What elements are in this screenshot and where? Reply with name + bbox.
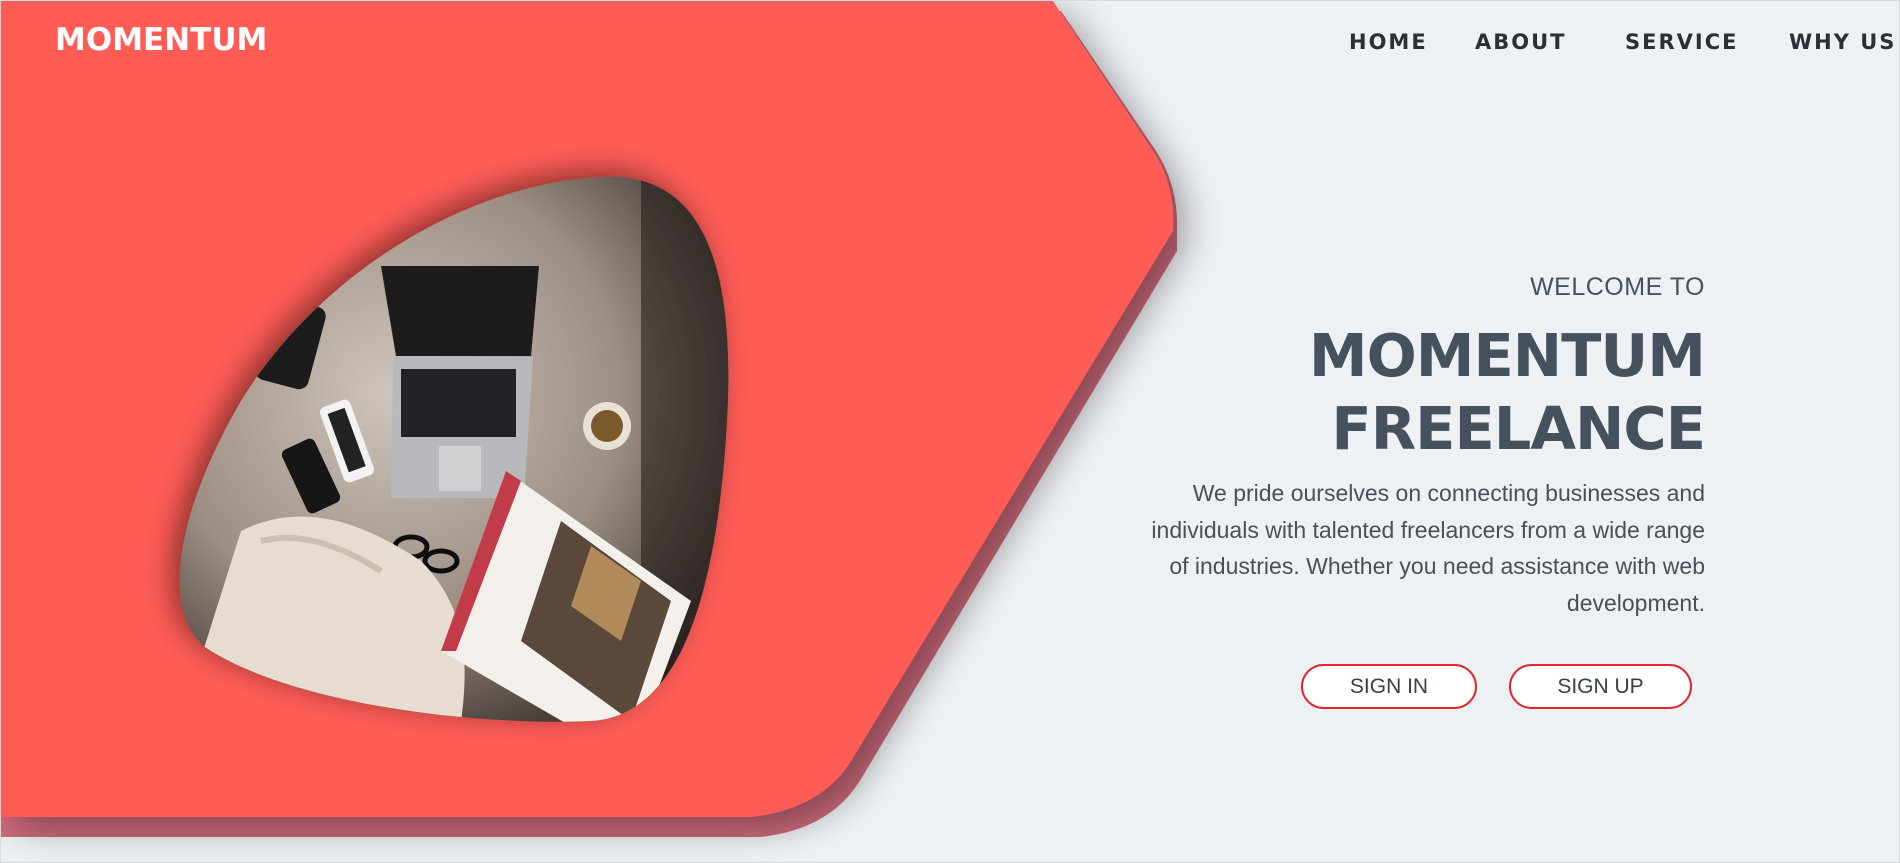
nav-why-us[interactable]: WHY US bbox=[1789, 27, 1896, 57]
nav-home[interactable]: HOME bbox=[1349, 27, 1428, 57]
sign-up-button[interactable]: SIGN UP bbox=[1509, 664, 1692, 709]
sign-in-button[interactable]: SIGN IN bbox=[1301, 664, 1477, 709]
hero-title: MOMENTUM FREELANCE bbox=[1308, 319, 1706, 465]
hero-description: We pride ourselves on connecting busines… bbox=[1151, 480, 1705, 616]
welcome-text: WELCOME TO bbox=[1530, 273, 1705, 301]
nav-service[interactable]: SERVICE bbox=[1625, 27, 1738, 57]
hero-title-line-1: MOMENTUM bbox=[1308, 321, 1706, 390]
nav-about[interactable]: ABOUT bbox=[1475, 27, 1567, 57]
hero-title-line-2: FREELANCE bbox=[1331, 394, 1706, 463]
brand-logo[interactable]: MOMENTUM bbox=[55, 19, 267, 61]
landing-page: MOMENTUM HOME ABOUT SERVICE WHY US WELCO… bbox=[0, 0, 1900, 863]
